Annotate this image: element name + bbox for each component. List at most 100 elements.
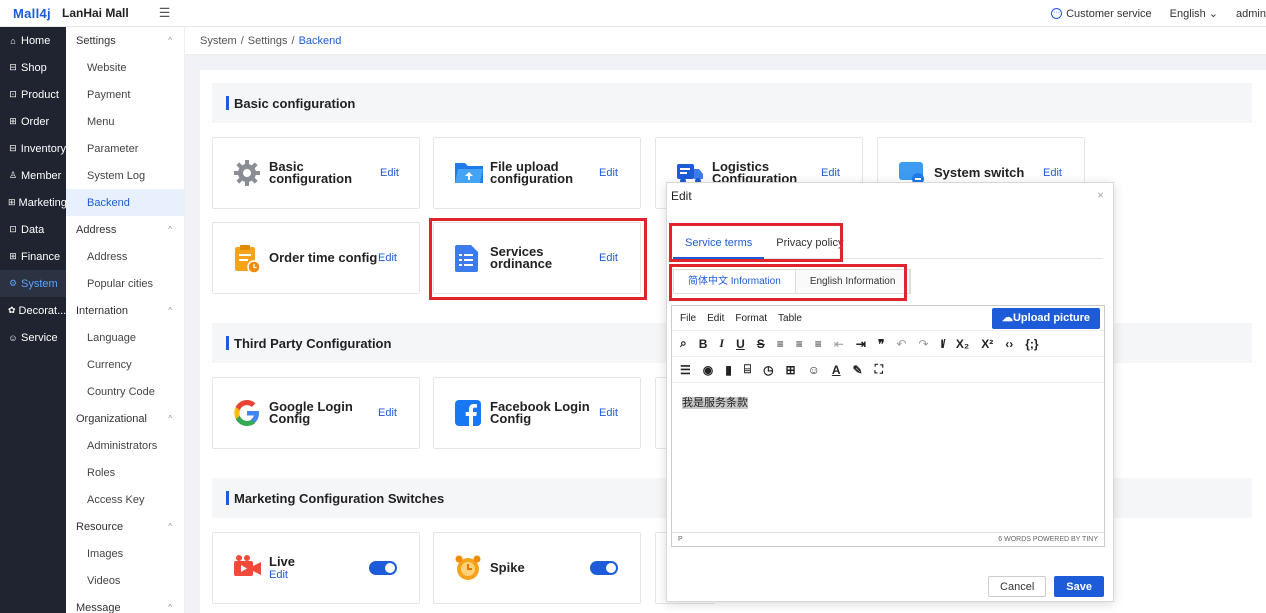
strikethrough-icon[interactable]: S — [757, 337, 765, 351]
font-color-icon[interactable]: A — [832, 363, 841, 377]
spike-toggle[interactable] — [590, 561, 618, 575]
submenu-group[interactable]: Message ^ — [66, 594, 184, 613]
submenu-group[interactable]: Organizational ^ — [66, 405, 184, 432]
submenu-item[interactable]: Roles — [66, 459, 184, 486]
user-menu[interactable]: admin — [1236, 8, 1266, 20]
edit-order-time[interactable]: Edit — [378, 252, 397, 264]
card-title: Basic configuration — [269, 159, 353, 186]
fullscreen-icon[interactable]: ⛶ — [875, 362, 883, 377]
sidebar-item-inventory[interactable]: ⊟ Inventory — [0, 135, 66, 162]
card-title: Services ordinance — [490, 244, 553, 271]
breadcrumb-settings[interactable]: Settings — [248, 35, 288, 47]
submenu-item[interactable]: Currency — [66, 351, 184, 378]
sidebar-item-finance[interactable]: ⊞ Finance — [0, 243, 66, 270]
code-block-icon[interactable]: {;} — [1025, 337, 1038, 351]
code-icon[interactable]: ‹› — [1005, 337, 1013, 351]
submenu-item[interactable]: Country Code — [66, 378, 184, 405]
outdent-icon[interactable]: ⇤ — [834, 337, 844, 351]
align-left-icon[interactable]: ≡ — [777, 337, 784, 351]
menu-file[interactable]: File — [680, 313, 696, 324]
breadcrumb-separator: / — [291, 34, 295, 47]
language-select[interactable]: English ⌄ — [1170, 7, 1218, 20]
sidebar-item-marketing[interactable]: ⊞ Marketing — [0, 189, 66, 216]
close-icon[interactable]: × — [1097, 188, 1104, 202]
cancel-button[interactable]: Cancel — [988, 576, 1047, 597]
edit-logistics[interactable]: Edit — [821, 167, 840, 179]
submenu-group[interactable]: Internation ^ — [66, 297, 184, 324]
align-right-icon[interactable]: ≡ — [815, 337, 822, 351]
card-title: Live Edit — [269, 553, 296, 581]
sidebar-item-system[interactable]: ⚙ System — [0, 270, 66, 297]
live-toggle[interactable] — [369, 561, 397, 575]
clear-format-icon[interactable]: I̸ — [941, 337, 944, 351]
sidebar-item-shop[interactable]: ⊟ Shop — [0, 54, 66, 81]
tab-chinese-info[interactable]: 简体中文 Information — [674, 270, 796, 293]
submenu-item[interactable]: Menu — [66, 108, 184, 135]
tab-privacy-policy[interactable]: Privacy policy — [764, 227, 855, 259]
emoji-icon[interactable]: ☺ — [808, 363, 820, 377]
edit-live[interactable]: Edit — [269, 569, 288, 581]
submenu-item[interactable]: Payment — [66, 81, 184, 108]
breadcrumb-system[interactable]: System — [200, 35, 237, 47]
submenu-item[interactable]: System Log — [66, 162, 184, 189]
menu-format[interactable]: Format — [735, 313, 767, 324]
customer-service-link[interactable]: ··· Customer service — [1051, 8, 1152, 20]
sidebar-item-data[interactable]: ⊡ Data — [0, 216, 66, 243]
clock-icon[interactable]: ◷ — [763, 363, 773, 377]
edit-services-ordinance[interactable]: Edit — [599, 252, 618, 264]
sidebar-item-member[interactable]: ♙ Member — [0, 162, 66, 189]
bookmark-icon[interactable]: ▮ — [725, 363, 732, 377]
edit-facebook-login[interactable]: Edit — [599, 407, 618, 419]
list-icon[interactable]: ☰ — [680, 363, 691, 377]
submenu-item[interactable]: Popular cities — [66, 270, 184, 297]
italic-icon[interactable]: I — [719, 336, 724, 351]
superscript-icon[interactable]: X² — [981, 337, 993, 351]
edit-file-upload[interactable]: Edit — [599, 167, 618, 179]
edit-google-login[interactable]: Edit — [378, 407, 397, 419]
menu-edit[interactable]: Edit — [707, 313, 724, 324]
page-break-icon[interactable]: ⌸ — [744, 362, 751, 377]
editor-toolbar-2: ☰ ◉ ▮ ⌸ ◷ ⊞ ☺ A ✎ ⛶ — [672, 357, 1104, 383]
upload-picture-button[interactable]: ☁Upload picture — [991, 308, 1100, 329]
submenu-item[interactable]: Access Key — [66, 486, 184, 513]
submenu-item[interactable]: Administrators — [66, 432, 184, 459]
modal-footer: Cancel Save — [988, 576, 1104, 597]
submenu-item[interactable]: Images — [66, 540, 184, 567]
indent-icon[interactable]: ⇥ — [856, 337, 866, 351]
edit-basic-configuration[interactable]: Edit — [380, 167, 399, 179]
chevron-up-icon: ^ — [168, 522, 172, 531]
highlight-color-icon[interactable]: ✎ — [853, 363, 863, 377]
edit-system-switch[interactable]: Edit — [1043, 167, 1062, 179]
underline-icon[interactable]: U — [736, 337, 745, 351]
blockquote-icon[interactable]: ❞ — [878, 337, 884, 351]
preview-icon[interactable]: ◉ — [703, 363, 713, 377]
undo-icon[interactable]: ↶ — [896, 337, 906, 351]
table-icon[interactable]: ⊞ — [786, 363, 796, 377]
redo-icon[interactable]: ↷ — [918, 337, 928, 351]
sidebar-item-decoration[interactable]: ✿ Decorat... — [0, 297, 66, 324]
submenu-item[interactable]: Website — [66, 54, 184, 81]
subscript-icon[interactable]: X₂ — [956, 337, 969, 351]
search-icon[interactable]: ⌕ — [680, 336, 687, 351]
submenu-item[interactable]: Videos — [66, 567, 184, 594]
bold-icon[interactable]: B — [699, 337, 708, 351]
align-center-icon[interactable]: ≡ — [796, 337, 803, 351]
submenu-group[interactable]: Address ^ — [66, 216, 184, 243]
sidebar-item-home[interactable]: ⌂ Home — [0, 27, 66, 54]
sidebar-item-product[interactable]: ⊡ Product — [0, 81, 66, 108]
editor-content[interactable]: 我是服务条款 — [672, 384, 1104, 534]
tab-service-terms[interactable]: Service terms — [673, 227, 765, 259]
submenu-item[interactable]: Address — [66, 243, 184, 270]
submenu-item[interactable]: Backend — [66, 189, 184, 216]
submenu-item[interactable]: Parameter — [66, 135, 184, 162]
sidebar-item-service[interactable]: ☺ Service — [0, 324, 66, 351]
sidebar-item-order[interactable]: ⊞ Order — [0, 108, 66, 135]
submenu-group-label: Organizational — [76, 412, 147, 425]
submenu-group[interactable]: Resource ^ — [66, 513, 184, 540]
submenu-item[interactable]: Language — [66, 324, 184, 351]
save-button[interactable]: Save — [1054, 576, 1104, 597]
menu-table[interactable]: Table — [778, 313, 802, 324]
tab-english-info[interactable]: English Information — [795, 270, 911, 293]
collapse-menu-icon[interactable]: ☰ — [159, 5, 171, 21]
submenu-group[interactable]: Settings ^ — [66, 27, 184, 54]
